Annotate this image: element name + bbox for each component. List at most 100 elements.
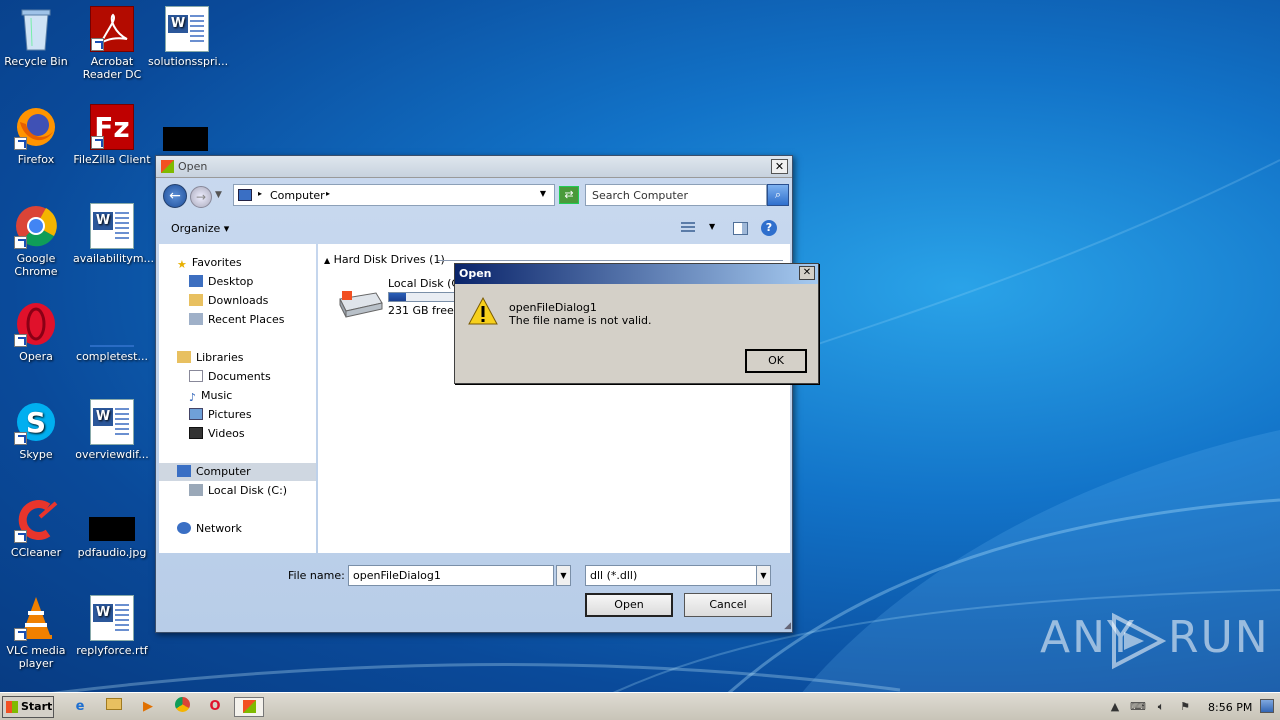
recycle-bin-icon <box>14 6 58 52</box>
search-icon[interactable]: ⌕ <box>767 184 789 206</box>
desktop-icon-solutionsspri[interactable]: W solutionsspri... <box>148 6 228 68</box>
play-triangle-logo <box>1112 612 1166 670</box>
nav-network[interactable]: Network <box>177 520 242 538</box>
nav-recent-places[interactable]: Recent Places <box>189 311 285 329</box>
cancel-button[interactable]: Cancel <box>684 593 772 617</box>
nav-desktop[interactable]: Desktop <box>189 273 253 291</box>
desktop-icon-ccleaner[interactable]: CCleaner <box>0 497 75 559</box>
file-name-input[interactable]: openFileDialog1 <box>348 565 554 586</box>
nav-documents[interactable]: Documents <box>189 368 271 386</box>
nav-label: Videos <box>208 427 245 440</box>
documents-icon <box>189 370 203 382</box>
organize-button[interactable]: Organize ▾ <box>171 222 229 235</box>
forward-button[interactable]: → <box>190 186 212 208</box>
desktop-icon-label: pdfaudio.jpg <box>77 546 147 559</box>
help-icon[interactable]: ? <box>761 220 777 236</box>
organize-label: Organize <box>171 222 221 235</box>
show-hidden-icons-icon[interactable]: ▲ <box>1108 700 1122 714</box>
nav-downloads[interactable]: Downloads <box>189 292 268 310</box>
desktop-icon-label: Acrobat Reader DC <box>82 55 142 81</box>
desktop-icon-recycle-bin[interactable]: Recycle Bin <box>0 6 75 68</box>
close-button[interactable]: ✕ <box>771 159 788 174</box>
breadcrumb-chevron-icon[interactable]: ▸ <box>258 189 262 198</box>
nav-computer[interactable]: Computer <box>159 463 316 481</box>
nav-favorites[interactable]: ★ Favorites <box>177 254 242 272</box>
recent-pages-dropdown-icon[interactable]: ▼ <box>215 190 222 200</box>
resize-grip-icon[interactable]: ◢ <box>784 621 791 631</box>
desktop-icon-overviewdif[interactable]: W overviewdif... <box>73 399 151 461</box>
desktop-icon-replyforce[interactable]: W replyforce.rtf <box>73 595 151 657</box>
chrome-taskbar-icon[interactable] <box>172 697 192 717</box>
opera-taskbar-icon[interactable]: O <box>205 697 225 717</box>
nav-label: Documents <box>208 370 271 383</box>
desktop-icon-chrome[interactable]: Google Chrome <box>0 203 75 278</box>
recent-places-icon <box>189 313 203 325</box>
desktop-icon-label: CCleaner <box>10 546 62 559</box>
filezilla-icon: Fz <box>90 104 134 150</box>
nav-music[interactable]: ♪ Music <box>189 387 232 405</box>
active-app-taskbar-icon[interactable] <box>234 697 264 717</box>
group-header-hard-disks[interactable]: ▲ Hard Disk Drives (1) <box>324 253 445 266</box>
action-center-flag-icon[interactable]: ⚑ <box>1178 700 1192 714</box>
shortcut-arrow-icon <box>14 236 27 249</box>
view-dropdown-icon[interactable]: ▼ <box>709 222 715 231</box>
change-view-icon[interactable] <box>681 222 695 234</box>
breadcrumb-computer[interactable]: Computer <box>270 189 325 202</box>
desktop-icon-pdfaudio[interactable]: pdfaudio.jpg <box>73 497 151 559</box>
videos-icon <box>189 427 203 439</box>
desktop-icon-acrobat[interactable]: Acrobat Reader DC <box>73 6 151 81</box>
desktop-icon-skype[interactable]: S Skype <box>0 399 75 461</box>
desktop-icon-completest[interactable]: completest... <box>73 301 151 363</box>
back-button[interactable]: ← <box>163 184 187 208</box>
shortcut-arrow-icon <box>14 334 27 347</box>
search-input[interactable]: Search Computer <box>585 184 767 206</box>
hard-drive-icon[interactable] <box>336 289 384 319</box>
nav-libraries[interactable]: Libraries <box>177 349 244 367</box>
file-type-dropdown-icon[interactable]: ▼ <box>756 565 771 586</box>
message-box-titlebar[interactable]: Open ✕ <box>455 264 818 284</box>
desktop-icon-vlc[interactable]: VLC media player <box>0 595 75 670</box>
skype-icon: S <box>14 399 58 445</box>
taskbar-clock[interactable]: 8:56 PM <box>1208 701 1252 714</box>
network-tray-icon[interactable]: ⌨ <box>1130 700 1146 714</box>
watermark-right-text: RUN <box>1168 612 1270 663</box>
nav-pictures[interactable]: Pictures <box>189 406 252 424</box>
refresh-icon[interactable]: ⇄ <box>559 186 579 204</box>
firefox-icon <box>14 104 58 150</box>
file-name-label: File name: <box>288 569 345 582</box>
address-dropdown-icon[interactable]: ▼ <box>540 189 546 198</box>
desktop-icon-label: FileZilla Client <box>73 153 151 166</box>
desktop-icon-filezilla[interactable]: Fz FileZilla Client <box>73 104 151 166</box>
internet-explorer-icon[interactable]: e <box>70 697 90 717</box>
media-player-icon[interactable]: ▶ <box>138 697 158 717</box>
error-message-box: Open ✕ openFileDialog1 The file name is … <box>454 263 819 384</box>
preview-pane-icon[interactable] <box>733 222 748 235</box>
desktop-icon-firefox[interactable]: Firefox <box>0 104 75 166</box>
show-desktop-icon[interactable] <box>1260 699 1274 713</box>
breadcrumb-chevron-icon[interactable]: ▸ <box>326 189 330 198</box>
open-file-dialog: Open ✕ ← → ▼ ▸ Computer ▸ ▼ ⇄ Search Com… <box>155 155 793 633</box>
desktop-icon-black-thumbnail[interactable] <box>163 127 208 151</box>
desktop-icon-label: Google Chrome <box>14 252 58 278</box>
nav-local-disk[interactable]: Local Disk (C:) <box>189 482 287 500</box>
start-button[interactable]: Start <box>2 696 54 718</box>
nav-videos[interactable]: Videos <box>189 425 245 443</box>
open-button[interactable]: Open <box>585 593 673 617</box>
desktop-icon-availabilitym[interactable]: W availabilitym... <box>73 203 154 265</box>
ok-button[interactable]: OK <box>745 349 807 373</box>
file-type-select[interactable]: dll (*.dll) <box>585 565 757 586</box>
message-box-close-button[interactable]: ✕ <box>799 266 815 280</box>
word-document-icon: W <box>90 399 134 445</box>
file-explorer-icon[interactable] <box>104 697 124 717</box>
address-bar[interactable]: ▸ Computer ▸ ▼ <box>233 184 555 206</box>
desktop-icon-label: VLC media player <box>6 644 66 670</box>
app-icon <box>161 160 174 173</box>
volume-icon[interactable]: 🔈︎ <box>1154 700 1168 714</box>
desktop-icon-label: completest... <box>76 350 148 363</box>
downloads-folder-icon <box>189 294 203 306</box>
file-name-dropdown-icon[interactable]: ▼ <box>556 565 571 586</box>
pictures-icon <box>189 408 203 420</box>
acrobat-icon <box>90 6 134 52</box>
dialog-titlebar[interactable]: Open ✕ <box>156 156 792 178</box>
desktop-icon-opera[interactable]: Opera <box>0 301 75 363</box>
